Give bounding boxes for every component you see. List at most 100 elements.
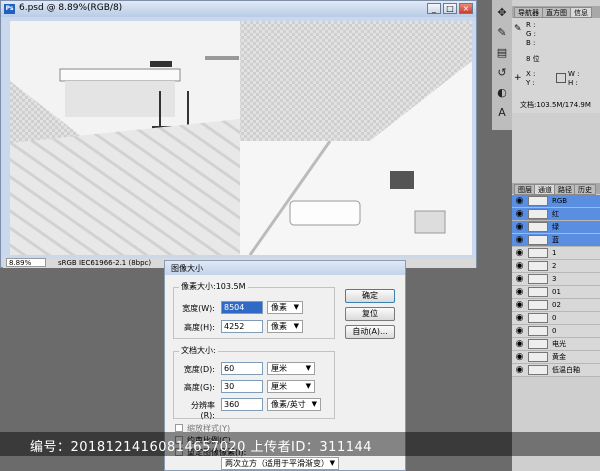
info-y-label: Y : (526, 79, 535, 87)
resolution-label: 分辨率(R): (191, 401, 215, 420)
eye-icon[interactable]: ◉ (514, 313, 525, 324)
channel-row[interactable]: ◉ 02 (512, 299, 600, 312)
channel-name: 电光 (552, 340, 566, 348)
eye-icon[interactable]: ◉ (514, 300, 525, 311)
channel-name: 红 (552, 210, 559, 218)
channel-row[interactable]: ◉ 电光 (512, 338, 600, 351)
adjust-icon[interactable]: ◐ (495, 86, 509, 100)
tab-channels[interactable]: 通道 (534, 184, 556, 195)
resolution-input[interactable]: 360 (221, 398, 263, 411)
eye-icon[interactable]: ◉ (514, 339, 525, 350)
watermark-text: 编号：20181214160814657020 上传者ID：311144 (30, 440, 373, 455)
pixel-size-label: 像素大小:103.5M (179, 281, 248, 292)
document-titlebar[interactable]: Ps 6.psd @ 8.89%(RGB/8) _ □ × (1, 1, 476, 17)
channel-row[interactable]: ◉ 蓝 (512, 234, 600, 247)
doc-height-input[interactable]: 30 (221, 380, 263, 393)
channel-thumbnail (528, 222, 548, 232)
info-h-label: H : (568, 79, 578, 87)
channel-name: RGB (552, 197, 568, 205)
eye-icon[interactable]: ◉ (514, 248, 525, 259)
channel-thumbnail (528, 352, 548, 362)
tab-paths[interactable]: 路径 (554, 184, 576, 195)
eyedropper-icon[interactable]: ✎ (495, 26, 509, 40)
info-doc-size: 文档:103.5M/174.9M (520, 101, 591, 109)
eye-icon[interactable]: ◉ (514, 274, 525, 285)
channel-name: 0 (552, 327, 557, 335)
channel-row[interactable]: ◉ 绿 (512, 221, 600, 234)
resample-method: 两次立方（适用于平滑渐变） (225, 459, 329, 468)
channel-row[interactable]: ◉ RGB (512, 195, 600, 208)
minimize-button[interactable]: _ (427, 3, 441, 14)
info-r-label: R : (526, 21, 536, 29)
doc-width-unit-select[interactable]: 厘米 ▼ (267, 362, 315, 375)
channel-thumbnail (528, 287, 548, 297)
channel-name: 蓝 (552, 236, 559, 244)
channels-panel-tabs: 图层 通道 路径 历史 (512, 183, 600, 195)
pixel-width-unit-select[interactable]: 像素 ▼ (267, 301, 303, 314)
photoshop-icon: Ps (4, 4, 15, 14)
dialog-titlebar[interactable]: 图像大小 (165, 261, 405, 275)
pixel-width-input[interactable]: 8504 (221, 301, 263, 314)
eye-icon[interactable]: ◉ (514, 326, 525, 337)
text-tool-icon[interactable]: A (495, 106, 509, 120)
resample-method-select[interactable]: 两次立方（适用于平滑渐变） ▼ (221, 457, 339, 470)
channel-name: 低温白釉 (552, 366, 580, 374)
tab-history[interactable]: 历史 (574, 184, 596, 195)
channel-thumbnail (528, 313, 548, 323)
doc-height-unit-select[interactable]: 厘米 ▼ (267, 380, 315, 393)
eye-icon[interactable]: ◉ (514, 261, 525, 272)
auto-button[interactable]: 自动(A)... (345, 325, 395, 339)
tab-histogram[interactable]: 直方图 (542, 7, 571, 18)
eyedropper-readout-icon: ✎ (514, 24, 522, 34)
canvas-artwork (10, 21, 472, 255)
channel-thumbnail (528, 196, 548, 206)
eye-icon[interactable]: ◉ (514, 365, 525, 376)
pixel-height-unit-select[interactable]: 像素 ▼ (267, 320, 303, 333)
reset-button[interactable]: 复位 (345, 307, 395, 321)
eye-icon[interactable]: ◉ (514, 235, 525, 246)
resolution-unit-select[interactable]: 像素/英寸 ▼ (267, 398, 321, 411)
height-label: 高度(H): (184, 323, 215, 332)
eye-icon[interactable]: ◉ (514, 287, 525, 298)
close-button[interactable]: × (459, 3, 473, 14)
channel-name: 绿 (552, 223, 559, 231)
channel-row[interactable]: ◉ 红 (512, 208, 600, 221)
channel-name: 3 (552, 275, 557, 283)
maximize-button[interactable]: □ (443, 3, 457, 14)
pixel-height-unit: 像素 (271, 322, 287, 331)
channel-thumbnail (528, 235, 548, 245)
tab-navigator[interactable]: 导航器 (514, 7, 543, 18)
tab-info[interactable]: 信息 (570, 7, 592, 18)
channel-row[interactable]: ◉ 低温白釉 (512, 364, 600, 377)
chevron-down-icon: ▼ (293, 322, 299, 330)
layers-icon[interactable]: ▤ (495, 46, 509, 60)
channel-row[interactable]: ◉ 3 (512, 273, 600, 286)
chevron-down-icon: ▼ (305, 382, 311, 390)
channel-row[interactable]: ◉ 1 (512, 247, 600, 260)
history-icon[interactable]: ↺ (495, 66, 509, 80)
zoom-input[interactable]: 8.89% (6, 258, 46, 267)
channel-row[interactable]: ◉ 黄金 (512, 351, 600, 364)
eye-icon[interactable]: ◉ (514, 222, 525, 233)
channel-row[interactable]: ◉ 01 (512, 286, 600, 299)
doc-size-label: 文档大小: (179, 345, 218, 356)
scale-styles-checkbox[interactable] (175, 424, 183, 432)
channel-row[interactable]: ◉ 0 (512, 325, 600, 338)
doc-width-input[interactable]: 60 (221, 362, 263, 375)
channel-thumbnail (528, 248, 548, 258)
doc-width-label: 宽度(D): (183, 365, 215, 374)
ok-button[interactable]: 确定 (345, 289, 395, 303)
channel-thumbnail (528, 326, 548, 336)
pixel-height-input[interactable]: 4252 (221, 320, 263, 333)
channel-row[interactable]: ◉ 2 (512, 260, 600, 273)
eye-icon[interactable]: ◉ (514, 209, 525, 220)
doc-height-unit: 厘米 (271, 382, 287, 391)
eye-icon[interactable]: ◉ (514, 352, 525, 363)
document-title: 6.psd @ 8.89%(RGB/8) (19, 3, 123, 13)
image-canvas[interactable] (10, 21, 472, 255)
move-tool-icon[interactable]: ✥ (495, 6, 509, 20)
channel-name: 02 (552, 301, 561, 309)
eye-icon[interactable]: ◉ (514, 196, 525, 207)
channel-row[interactable]: ◉ 0 (512, 312, 600, 325)
tab-layers[interactable]: 图层 (514, 184, 536, 195)
